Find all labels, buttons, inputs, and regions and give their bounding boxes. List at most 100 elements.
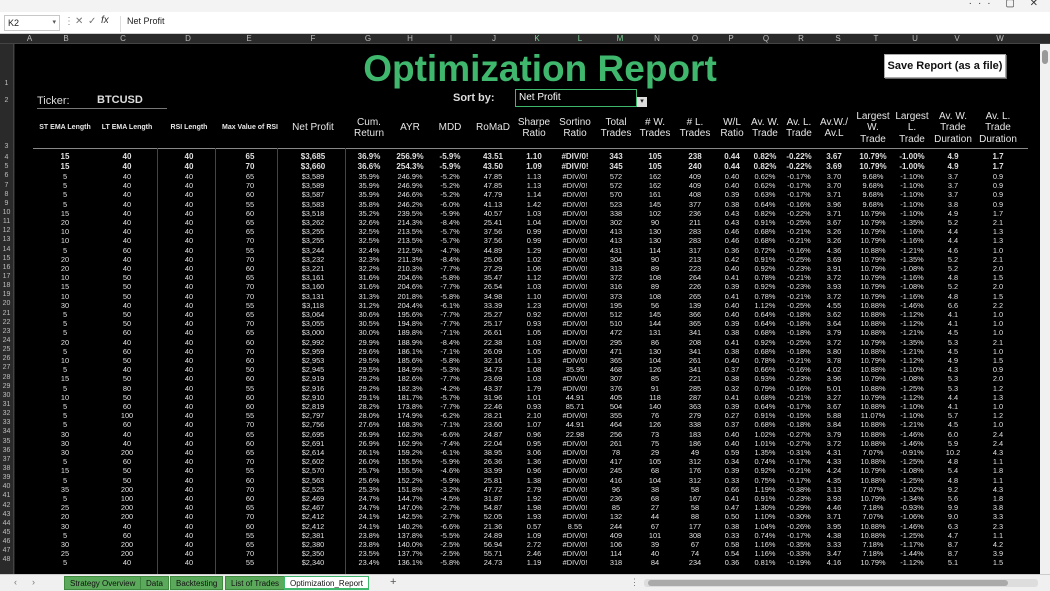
table-cell[interactable]: 213.5% xyxy=(390,227,430,236)
table-cell[interactable]: 0.32 xyxy=(717,384,747,393)
table-cell[interactable]: 1.35% xyxy=(748,448,782,457)
table-cell[interactable]: 3.95 xyxy=(817,522,851,531)
table-cell[interactable]: 10.88% xyxy=(855,319,891,328)
table-cell[interactable]: 26.36 xyxy=(473,457,513,466)
table-cell[interactable]: 0.40 xyxy=(717,310,747,319)
window-controls[interactable]: ··· ▢ ✕ xyxy=(969,0,1044,9)
table-cell[interactable]: 140.2% xyxy=(390,522,430,531)
table-cell[interactable]: 5 xyxy=(37,476,93,485)
table-cell[interactable]: 523 xyxy=(599,200,633,209)
table-cell[interactable]: 85.71 xyxy=(555,402,595,411)
table-cell[interactable]: 345 xyxy=(599,162,633,171)
table-cell[interactable]: 100 xyxy=(98,411,156,420)
table-cell[interactable]: 5 xyxy=(37,347,93,356)
table-cell[interactable]: 570 xyxy=(599,190,633,199)
table-cell[interactable]: 130 xyxy=(636,347,674,356)
table-cell[interactable]: 10.79% xyxy=(855,255,891,264)
table-cell[interactable]: 5.88 xyxy=(817,411,851,420)
table-cell[interactable]: 24.89 xyxy=(473,531,513,540)
table-cell[interactable]: 0.38 xyxy=(717,200,747,209)
table-cell[interactable]: 25.6% xyxy=(350,476,388,485)
table-cell[interactable]: 10.88% xyxy=(855,347,891,356)
table-cell[interactable]: 3.7 xyxy=(932,190,974,199)
table-cell[interactable]: 3.72 xyxy=(817,338,851,347)
table-cell[interactable]: 29.5% xyxy=(350,356,388,365)
table-cell[interactable]: 70 xyxy=(215,236,285,245)
table-cell[interactable]: 32.3% xyxy=(350,255,388,264)
sort-by-select[interactable]: Net Profit xyxy=(515,89,637,107)
table-cell[interactable]: 9.68% xyxy=(855,181,891,190)
table-cell[interactable]: 468 xyxy=(599,365,633,374)
table-cell[interactable]: 2.0 xyxy=(977,264,1019,273)
table-cell[interactable]: 1.3 xyxy=(977,393,1019,402)
table-cell[interactable]: 35.9% xyxy=(350,181,388,190)
table-cell[interactable]: 4.3 xyxy=(932,365,974,374)
table-cell[interactable]: 0.41 xyxy=(717,338,747,347)
table-cell[interactable]: -0.16% xyxy=(782,200,816,209)
table-cell[interactable]: 3.84 xyxy=(817,420,851,429)
table-cell[interactable]: 40 xyxy=(160,255,218,264)
table-cell[interactable]: -6.1% xyxy=(430,301,470,310)
table-cell[interactable]: 1.04 xyxy=(515,218,553,227)
table-cell[interactable]: 413 xyxy=(599,227,633,236)
table-cell[interactable]: -0.18% xyxy=(782,310,816,319)
table-cell[interactable]: 50 xyxy=(98,319,156,328)
table-cell[interactable]: 1.10 xyxy=(515,152,553,161)
table-cell[interactable]: 0.58 xyxy=(717,540,747,549)
confirm-icon[interactable]: ✓ xyxy=(88,16,96,27)
table-cell[interactable]: 283 xyxy=(677,227,713,236)
table-cell[interactable]: 173.8% xyxy=(390,402,430,411)
table-cell[interactable]: 60 xyxy=(215,190,285,199)
table-cell[interactable]: 0.9 xyxy=(977,190,1019,199)
table-cell[interactable]: 409 xyxy=(677,172,713,181)
table-cell[interactable]: 60 xyxy=(215,439,285,448)
table-cell[interactable]: 5.3 xyxy=(932,338,974,347)
table-cell[interactable]: 4.8 xyxy=(932,273,974,282)
table-cell[interactable]: 30 xyxy=(37,448,93,457)
table-cell[interactable]: -1.35% xyxy=(894,218,930,227)
table-cell[interactable]: -1.12% xyxy=(894,319,930,328)
table-cell[interactable]: #DIV/0! xyxy=(555,172,595,181)
table-cell[interactable]: 75 xyxy=(636,439,674,448)
table-cell[interactable]: $2,695 xyxy=(278,430,348,439)
table-cell[interactable]: 1.30% xyxy=(748,503,782,512)
table-cell[interactable]: 3.71 xyxy=(817,209,851,218)
table-cell[interactable]: 40 xyxy=(98,236,156,245)
table-cell[interactable]: 58 xyxy=(677,485,713,494)
table-cell[interactable]: 40 xyxy=(160,476,218,485)
table-cell[interactable]: 1.10 xyxy=(515,292,553,301)
table-cell[interactable]: 50 xyxy=(215,365,285,374)
table-cell[interactable]: 10.79% xyxy=(855,466,891,475)
table-cell[interactable]: 28.21 xyxy=(473,411,513,420)
table-cell[interactable]: #DIV/0! xyxy=(555,457,595,466)
row-header[interactable]: 10 xyxy=(0,209,13,216)
table-cell[interactable]: 10.88% xyxy=(855,365,891,374)
table-cell[interactable]: 40 xyxy=(160,402,218,411)
table-cell[interactable]: 4.16 xyxy=(817,558,851,567)
table-cell[interactable]: 65 xyxy=(215,172,285,181)
table-cell[interactable]: 5 xyxy=(37,310,93,319)
table-cell[interactable]: 40 xyxy=(160,365,218,374)
table-cell[interactable]: 3.26 xyxy=(817,227,851,236)
table-cell[interactable]: 0.38 xyxy=(717,374,747,383)
table-cell[interactable]: $3,161 xyxy=(278,273,348,282)
table-cell[interactable]: 137.8% xyxy=(390,531,430,540)
table-cell[interactable]: 9.2 xyxy=(932,485,974,494)
table-cell[interactable]: 245 xyxy=(599,466,633,475)
table-cell[interactable]: 40 xyxy=(160,549,218,558)
table-cell[interactable]: 471 xyxy=(599,347,633,356)
table-cell[interactable]: 5 xyxy=(37,402,93,411)
table-cell[interactable]: 10.79% xyxy=(855,227,891,236)
table-cell[interactable]: 1.5 xyxy=(977,558,1019,567)
table-cell[interactable]: 176 xyxy=(677,466,713,475)
table-cell[interactable]: 65 xyxy=(215,430,285,439)
table-cell[interactable]: -0.25% xyxy=(782,218,816,227)
table-cell[interactable]: 5 xyxy=(37,181,93,190)
table-cell[interactable]: 0.66% xyxy=(748,365,782,374)
table-cell[interactable]: 1.1 xyxy=(977,531,1019,540)
table-cell[interactable]: 155.5% xyxy=(390,457,430,466)
table-cell[interactable]: 20 xyxy=(37,218,93,227)
table-cell[interactable]: 4.55 xyxy=(817,301,851,310)
table-cell[interactable]: 0.99 xyxy=(515,236,553,245)
table-cell[interactable]: 200 xyxy=(98,549,156,558)
